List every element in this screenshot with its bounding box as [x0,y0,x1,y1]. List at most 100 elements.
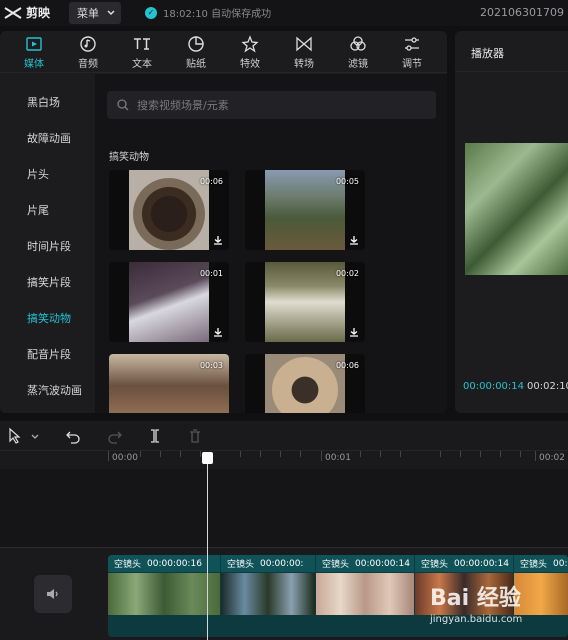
download-icon[interactable] [213,327,223,337]
autosave-status: ✓ 18:02:10 自动保存成功 [145,5,271,20]
category-item[interactable]: 片尾 [27,202,49,218]
marmot-thumbnail-image [265,170,345,250]
category-list: 黑白场 故障动画 片头 片尾 时间片段 搞笑片段 搞笑动物 配音片段 蒸汽波动画 [0,74,94,413]
download-icon[interactable] [349,235,359,245]
bird-thumbnail-image [129,262,209,342]
split-icon[interactable] [146,427,164,445]
category-item[interactable]: 搞笑片段 [27,274,71,290]
timeline-clip[interactable]: 空镜头 00:00:00: [221,555,315,637]
tab-label: 贴纸 [186,58,206,70]
video-preview[interactable] [465,143,568,275]
filter-icon [350,35,366,51]
video-thumbnail[interactable]: 00:06 [109,170,229,250]
category-item[interactable]: 片头 [27,166,49,182]
category-item[interactable]: 时间片段 [27,238,71,254]
redo-icon[interactable] [106,427,124,445]
category-item[interactable]: 配音片段 [27,346,71,362]
divider [0,547,568,548]
capcut-logo-icon [4,6,22,19]
clip-label: 空镜头 [227,560,255,570]
clip-time: 00:00:00: [260,558,304,569]
transition-icon [296,36,312,51]
time-ruler[interactable]: 00:00 00:01 00:02 [0,451,568,469]
video-thumbnail[interactable]: 00:02 [245,262,365,342]
category-item[interactable]: 蒸汽波动画 [27,382,82,398]
clip-label: 空镜头 [114,560,142,570]
timeline-clip[interactable]: 空镜头 00:00:00:14 [316,555,414,637]
tab-text[interactable]: 文本 [115,31,169,73]
tab-label: 滤镜 [348,58,368,70]
player-panel: 播放器 00:00:00:14 00:02:10 [455,31,568,413]
timeline-toolbar [0,421,568,451]
delete-icon[interactable] [186,427,204,445]
chevron-down-icon [107,10,115,16]
watermark-url: jingyan.baidu.com [430,614,523,625]
sticker-icon [188,35,204,52]
clip-header: 空镜头 00:00:00:14 [415,555,513,572]
media-panel: 媒体 音频 文本 贴纸 特效 转场 滤镜 调节 黑白场 故障动画 片头 片尾 时… [0,31,447,413]
clip-time: 00:00:00:14 [355,558,410,569]
download-icon[interactable] [349,327,359,337]
goat-thumbnail-image [265,262,345,342]
clip-duration: 00:03 [199,361,223,370]
clip-header: 空镜头 00:00:00: [221,555,315,572]
pug-thumbnail-image [265,354,345,413]
clip-duration: 00:02 [335,269,359,278]
timeline-clip[interactable]: 空镜头 00:00:00:16 [108,555,220,637]
speaker-icon [47,589,58,599]
adjust-icon [405,36,419,51]
tab-sticker[interactable]: 贴纸 [169,31,223,73]
current-time: 00:00:00:14 [463,381,525,392]
empty-track-area[interactable] [0,469,568,547]
menu-button[interactable]: 菜单 [69,2,121,24]
clip-label: 空镜头 [322,560,350,570]
clip-duration: 00:05 [335,177,359,186]
tab-audio[interactable]: 音频 [61,31,115,73]
clip-time: 00:00:00:16 [147,558,202,569]
app-logo: 剪映 [4,4,50,21]
tab-label: 媒体 [24,58,44,70]
video-thumbnail[interactable]: 00:03 [109,354,229,413]
video-thumbnail[interactable]: 00:06 [245,354,365,413]
total-time: 00:02:10 [527,381,568,392]
category-item[interactable]: 故障动画 [27,130,71,146]
search-icon [117,99,129,111]
search-input[interactable]: 搜索视频场景/元素 [107,91,436,119]
media-grid: 搜索视频场景/元素 搞笑动物 00:06 00:05 00:01 00:02 0… [95,74,447,413]
tab-adjust[interactable]: 调节 [385,31,439,73]
media-icon [26,36,42,51]
tab-media[interactable]: 媒体 [7,31,61,73]
clip-time: 00: [553,558,568,569]
video-thumbnail[interactable]: 00:01 [109,262,229,342]
ruler-label: 00:01 [325,453,351,463]
search-placeholder: 搜索视频场景/元素 [137,99,229,112]
watermark: Bai 经验 jingyan.baidu.com [430,580,566,640]
tab-label: 特效 [240,58,260,70]
clip-duration: 00:01 [199,269,223,278]
playhead-handle[interactable] [202,452,213,464]
tab-effects[interactable]: 特效 [223,31,277,73]
section-title: 搞笑动物 [109,152,149,163]
clip-label: 空镜头 [520,560,548,570]
tab-label: 文本 [132,58,152,70]
autosave-text: 18:02:10 自动保存成功 [163,9,272,20]
top-bar: 剪映 菜单 ✓ 18:02:10 自动保存成功 202106301709 [0,0,568,26]
video-thumbnail[interactable]: 00:05 [245,170,365,250]
project-name[interactable]: 202106301709 [480,6,564,19]
tab-filter[interactable]: 滤镜 [331,31,385,73]
tab-transition[interactable]: 转场 [277,31,331,73]
clip-header: 空镜头 00: [514,555,568,572]
select-cursor-icon[interactable] [6,427,24,445]
category-item[interactable]: 黑白场 [27,94,60,110]
mute-track-button[interactable] [34,575,72,613]
watermark-brand: Bai 经验 [430,586,521,611]
clip-frames [108,573,220,615]
category-item-active[interactable]: 搞笑动物 [27,310,71,326]
chevron-down-icon[interactable] [30,427,40,445]
clip-header: 空镜头 00:00:00:14 [316,555,414,572]
download-icon[interactable] [213,235,223,245]
tab-label: 调节 [402,58,422,70]
ruler-label: 00:02 [539,453,565,463]
clip-footer [221,615,315,637]
undo-icon[interactable] [64,427,82,445]
